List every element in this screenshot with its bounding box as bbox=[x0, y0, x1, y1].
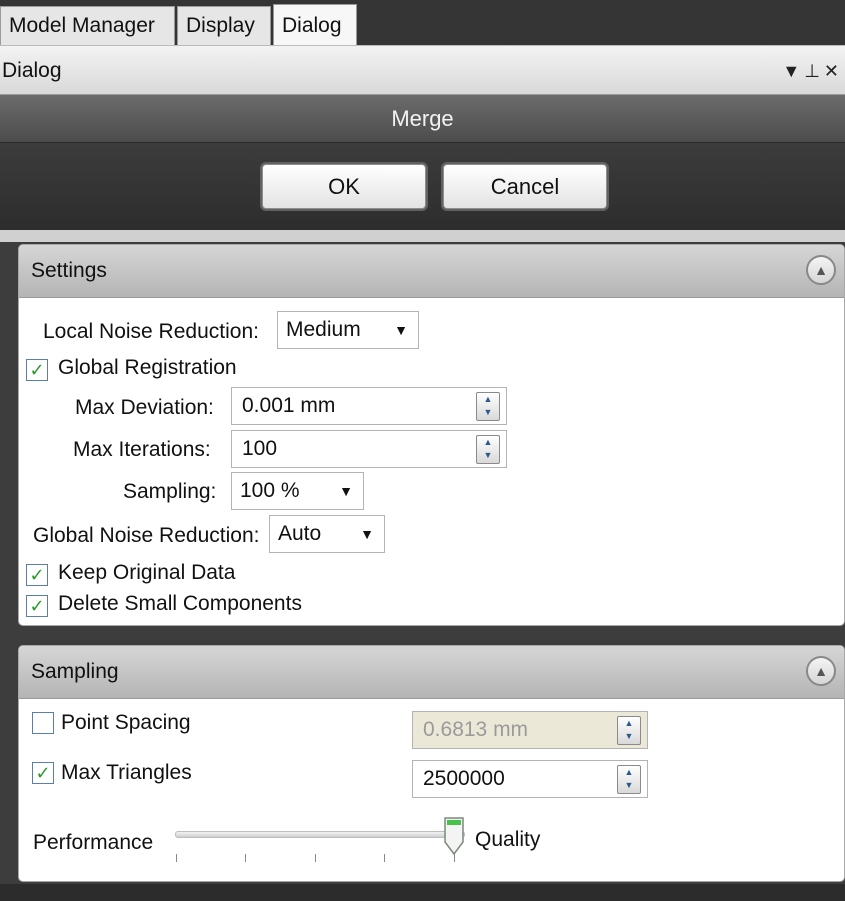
dock-title: Dialog bbox=[2, 59, 62, 82]
point-spacing-value: 0.6813 mm bbox=[423, 718, 529, 741]
dialog-title: Merge bbox=[0, 95, 845, 143]
button-area: OK Cancel bbox=[0, 143, 845, 230]
max-triangles-checkbox[interactable]: ✓ bbox=[32, 762, 54, 784]
spinner-icon[interactable]: ▲ ▼ bbox=[617, 716, 641, 745]
spinner-icon[interactable]: ▲ ▼ bbox=[476, 392, 500, 421]
sampling-panel: Sampling ▲ ✓ Point Spacing 0.6813 mm ▲▼ … bbox=[18, 645, 845, 882]
sampling-label: Sampling: bbox=[123, 480, 217, 503]
spinner-icon[interactable]: ▲ ▼ bbox=[617, 765, 641, 794]
tab-dialog[interactable]: Dialog bbox=[273, 4, 357, 45]
chevron-down-icon: ▼ bbox=[360, 526, 374, 542]
slider-thumb[interactable] bbox=[443, 816, 465, 856]
global-registration-label: Global Registration bbox=[58, 356, 237, 379]
collapse-up-icon[interactable]: ▲ bbox=[806, 656, 836, 686]
tab-display[interactable]: Display bbox=[177, 6, 271, 45]
close-icon[interactable]: ✕ bbox=[824, 61, 843, 81]
settings-header-label: Settings bbox=[31, 259, 107, 282]
pin-icon[interactable]: ⊥ bbox=[804, 61, 824, 81]
local-noise-dropdown[interactable]: Medium ▼ bbox=[277, 311, 419, 349]
collapse-up-icon[interactable]: ▲ bbox=[806, 255, 836, 285]
max-iterations-label: Max Iterations: bbox=[73, 438, 211, 461]
slider-right-label: Quality bbox=[475, 828, 541, 851]
max-triangles-label: Max Triangles bbox=[61, 761, 192, 784]
dock-controls: ▼⊥✕ bbox=[782, 46, 843, 96]
slider-tick bbox=[245, 854, 246, 862]
settings-header[interactable]: Settings ▲ bbox=[19, 245, 844, 298]
max-iterations-field[interactable]: 100 ▲ ▼ bbox=[231, 430, 507, 468]
point-spacing-checkbox[interactable]: ✓ bbox=[32, 712, 54, 734]
global-noise-value: Auto bbox=[278, 522, 322, 545]
max-deviation-field[interactable]: 0.001 mm ▲ ▼ bbox=[231, 387, 507, 425]
keep-original-checkbox[interactable]: ✓ bbox=[26, 564, 48, 586]
quality-slider-track[interactable] bbox=[175, 831, 465, 838]
max-iterations-value: 100 bbox=[242, 437, 278, 460]
settings-panel: Settings ▲ Local Noise Reduction: Medium… bbox=[18, 244, 845, 626]
max-deviation-label: Max Deviation: bbox=[75, 396, 214, 419]
global-noise-label: Global Noise Reduction: bbox=[33, 524, 260, 547]
max-triangles-field[interactable]: 2500000 ▲ ▼ bbox=[412, 760, 648, 798]
slider-tick bbox=[315, 854, 316, 862]
global-noise-dropdown[interactable]: Auto ▼ bbox=[269, 515, 385, 553]
slider-tick bbox=[384, 854, 385, 862]
cancel-button[interactable]: Cancel bbox=[443, 164, 607, 209]
dropdown-arrow-icon[interactable]: ▼ bbox=[782, 61, 804, 81]
bottom-strip bbox=[0, 884, 845, 901]
slider-left-label: Performance bbox=[33, 831, 154, 854]
ok-button[interactable]: OK bbox=[262, 164, 426, 209]
max-deviation-value: 0.001 mm bbox=[242, 394, 336, 417]
tab-model-manager[interactable]: Model Manager bbox=[0, 6, 175, 45]
tab-strip: Model Manager Display Dialog bbox=[0, 0, 845, 45]
chevron-down-icon: ▼ bbox=[394, 322, 408, 338]
local-noise-label: Local Noise Reduction: bbox=[43, 320, 259, 343]
max-triangles-value: 2500000 bbox=[423, 767, 505, 790]
global-registration-checkbox[interactable]: ✓ bbox=[26, 359, 48, 381]
local-noise-value: Medium bbox=[286, 318, 361, 341]
dock-header: Dialog ▼⊥✕ bbox=[0, 45, 845, 95]
slider-tick bbox=[176, 854, 177, 862]
spinner-icon[interactable]: ▲ ▼ bbox=[476, 435, 500, 464]
point-spacing-label: Point Spacing bbox=[61, 711, 191, 734]
delete-small-label: Delete Small Components bbox=[58, 592, 302, 615]
keep-original-label: Keep Original Data bbox=[58, 561, 236, 584]
chevron-down-icon: ▼ bbox=[339, 483, 353, 499]
delete-small-checkbox[interactable]: ✓ bbox=[26, 595, 48, 617]
sampling-dropdown[interactable]: 100 % ▼ bbox=[231, 472, 364, 510]
point-spacing-field[interactable]: 0.6813 mm ▲ ▼ bbox=[412, 711, 648, 749]
separator bbox=[0, 230, 845, 242]
sampling-header-label: Sampling bbox=[31, 660, 119, 683]
sampling-header[interactable]: Sampling ▲ bbox=[19, 646, 844, 699]
sampling-value: 100 % bbox=[240, 479, 300, 502]
